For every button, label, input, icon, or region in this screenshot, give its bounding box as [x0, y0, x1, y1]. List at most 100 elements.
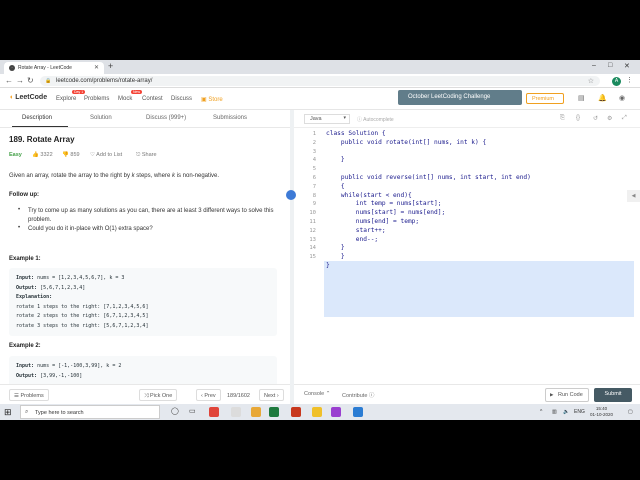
premium-button[interactable]: Premium [526, 93, 564, 104]
notification-bell-icon[interactable]: 🔔 [598, 94, 607, 102]
media-app-icon[interactable] [331, 407, 341, 417]
leetcode-logo[interactable]: ◖ LeetCode [9, 94, 47, 101]
explanation-label: Explanation: [16, 293, 270, 303]
editor-toolbar: Java ⓘ Autocomplete ⎘ {} ↺ ⚙ ⤢ [294, 110, 640, 128]
thumbs-up-icon: 👍 [32, 152, 39, 158]
tab-submissions[interactable]: Submissions [213, 115, 247, 121]
prev-button[interactable]: ‹ Prev [196, 389, 221, 401]
line-number: 8 [312, 192, 316, 199]
network-icon[interactable]: ▥ [552, 409, 557, 415]
explanation-label-text: Explanation: [16, 294, 53, 300]
next-button[interactable]: Next › [259, 389, 284, 401]
minimize-icon[interactable]: – [592, 62, 596, 69]
new-tab-button[interactable]: + [108, 61, 113, 71]
add-to-list-button[interactable]: ♡ Add to List [90, 152, 122, 158]
problems-list-button[interactable]: ☰ Problems [9, 389, 49, 401]
window-close-icon[interactable]: ✕ [624, 62, 630, 70]
problem-footer: ☰ Problems ⤨ Pick One ‹ Prev 189/1602 Ne… [0, 384, 290, 404]
contribute-button[interactable]: Contribute ⓘ [342, 391, 374, 399]
mail-app-icon[interactable] [353, 407, 363, 417]
tab-solution[interactable]: Solution [90, 115, 112, 121]
share-icon: ⎋ [136, 152, 141, 158]
clock-date: 01-10-2020 [590, 412, 614, 417]
language-indicator[interactable]: ENG [574, 409, 585, 415]
language-select[interactable]: Java [304, 114, 350, 124]
settings-gear-icon[interactable]: ⚙ [607, 115, 612, 122]
nav-discuss[interactable]: Discuss [171, 96, 192, 102]
line-number: 6 [312, 175, 316, 181]
example-2-box: Input: nums = [-1,-100,3,99], k = 2 Outp… [9, 356, 277, 384]
chrome-icon[interactable] [209, 407, 219, 417]
nav-contest[interactable]: Contest [142, 96, 163, 102]
autocomplete-toggle[interactable]: ⓘ Autocomplete [357, 116, 394, 123]
leetcode-favicon-icon: · [9, 65, 15, 71]
video-app-icon[interactable] [291, 407, 301, 417]
nav-explore[interactable]: Explore [56, 96, 76, 102]
output-label: Output: [16, 284, 38, 291]
profile-avatar[interactable]: A [612, 77, 621, 86]
problem-pager: 189/1602 [227, 393, 250, 399]
folder-icon[interactable] [312, 407, 322, 417]
url-field[interactable]: 🔒 leetcode.com/problems/rotate-array/ ☆ [40, 76, 600, 86]
spreadsheet-icon[interactable] [269, 407, 279, 417]
like-count: 3322 [40, 152, 53, 158]
maximize-icon[interactable]: □ [608, 62, 612, 69]
task-switch-icon[interactable]: ▭ [189, 407, 196, 415]
run-code-button[interactable]: Run Code [545, 388, 589, 402]
october-challenge-button[interactable]: October LeetCoding Challenge [398, 90, 522, 105]
output-label: Output: [16, 372, 38, 379]
back-icon[interactable]: ← [5, 76, 13, 85]
list-icon: ☰ [14, 393, 19, 399]
reset-icon[interactable]: ↺ [593, 115, 598, 122]
screen: · Rotate Array - LeetCode ✕ + – □ ✕ ← → … [0, 60, 640, 420]
share-button[interactable]: ⎋ Share [136, 152, 157, 159]
premium-label: Premium [532, 96, 555, 102]
submit-button[interactable]: Submit [594, 388, 632, 402]
add-to-list-label: Add to List [96, 152, 123, 158]
tab-discuss[interactable]: Discuss (999+) [146, 115, 186, 121]
volume-icon[interactable]: 🔈 [563, 409, 569, 415]
example-1-box: Input: nums = [1,2,3,4,5,6,7], k = 3 Out… [9, 268, 277, 336]
user-avatar-icon[interactable]: ◉ [619, 94, 625, 102]
tray-up-icon[interactable]: ^ [540, 409, 542, 415]
address-bar-row: ← → ↻ 🔒 leetcode.com/problems/rotate-arr… [0, 74, 640, 88]
braces-icon[interactable]: {} [576, 115, 580, 121]
line-number: 2 [312, 139, 316, 146]
taskbar-search[interactable]: ⌕ Type here to search [20, 405, 160, 419]
windows-start-icon[interactable]: ⊞ [4, 407, 12, 418]
problem-panel: Description Solution Discuss (999+) Subm… [0, 110, 290, 384]
like-button[interactable]: 👍 3322 [32, 152, 53, 158]
share-label: Share [141, 152, 157, 158]
tab-description[interactable]: Description [11, 115, 69, 127]
mock-badge: New [131, 90, 143, 94]
app-icon[interactable] [231, 407, 241, 417]
nav-problems[interactable]: Problems [84, 96, 109, 102]
console-button[interactable]: Console ⌃ [304, 391, 330, 397]
next-label: Next [264, 393, 276, 399]
retrieve-code-icon[interactable]: ⎘ [560, 115, 565, 122]
fullscreen-icon[interactable]: ⤢ [622, 115, 627, 122]
nav-store[interactable]: ▣ Store [201, 96, 223, 103]
browser-menu-icon[interactable]: ⋮ [626, 76, 633, 84]
browser-tab[interactable]: · Rotate Array - LeetCode ✕ [4, 62, 104, 74]
problem-tabs: Description Solution Discuss (999+) Subm… [0, 110, 290, 128]
playground-icon[interactable]: ▤ [578, 94, 585, 102]
nav-mock[interactable]: Mock [118, 96, 132, 102]
input-value: nums = [1,2,3,4,5,6,7], k = 3 [34, 275, 125, 281]
dislike-button[interactable]: 👎 859 [62, 152, 80, 158]
pick-one-button[interactable]: ⤨ Pick One [139, 389, 178, 401]
url-text: leetcode.com/problems/rotate-array/ [56, 78, 153, 84]
taskbar-clock[interactable]: 15:40 01-10-2020 [590, 406, 613, 418]
side-panel-toggle-icon[interactable]: ◀ [627, 190, 640, 202]
forward-icon[interactable]: → [16, 76, 24, 85]
file-explorer-icon[interactable] [251, 407, 261, 417]
browser-tab-title: Rotate Array - LeetCode [18, 65, 72, 71]
code-line: nums[end] = temp; [326, 218, 420, 225]
close-tab-icon[interactable]: ✕ [94, 64, 99, 71]
task-view-icon[interactable]: ◯ [171, 407, 179, 415]
code-area[interactable]: 1 2 3 4 5 6 7 8 9 10 11 12 13 14 15 class Solution { p… [294, 130, 640, 361]
notifications-icon[interactable]: ▢ [628, 409, 633, 415]
windows-taskbar: ⊞ ⌕ Type here to search ◯ ▭ ^ ▥ 🔈 ENG 15… [0, 404, 640, 420]
bookmark-star-icon[interactable]: ☆ [588, 77, 594, 85]
reload-icon[interactable]: ↻ [27, 76, 34, 85]
